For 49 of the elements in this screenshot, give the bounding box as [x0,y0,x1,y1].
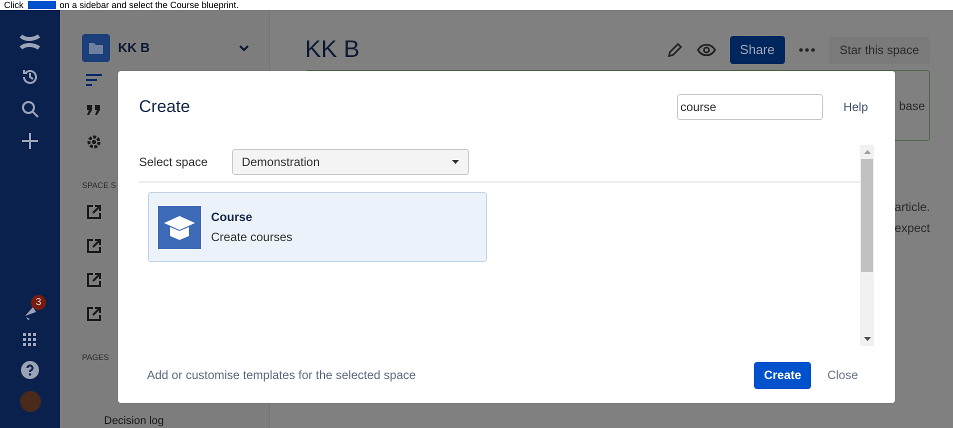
external-link-icon[interactable] [86,204,102,220]
space-name[interactable]: KK B [118,38,150,58]
sidebar-button-swatch [28,1,56,9]
create-button[interactable]: Create [754,362,812,388]
help-link[interactable]: Help [843,98,868,116]
logo-icon[interactable] [19,32,41,52]
folder-icon [82,34,110,62]
app-grid-icon[interactable] [23,333,37,347]
instruction-text: Click [4,0,24,10]
external-link-icon[interactable] [86,306,102,322]
plus-icon[interactable] [21,132,39,150]
more-icon[interactable] [798,48,815,52]
close-button[interactable]: Close [827,366,858,384]
pencil-icon[interactable] [666,42,683,58]
blueprint-description: Create courses [211,229,292,246]
external-link-icon[interactable] [86,238,102,254]
section-label: PAGES [82,352,110,364]
eye-icon[interactable] [696,43,716,57]
space-select[interactable]: Demonstration [232,149,469,175]
dropdown-caret-icon [452,160,459,164]
body-text: expect [894,220,930,237]
help-icon[interactable] [21,361,39,379]
body-text: article. [894,199,930,216]
quote-icon[interactable] [86,104,102,116]
field-label: Select space [139,154,208,171]
instruction-text: on a sidebar and select the Course blueprint. [60,0,239,10]
chevron-icon[interactable] [239,45,249,51]
banner-text: base [898,98,925,114]
graduation-cap-icon [158,206,201,248]
star-space-button[interactable]: Star this space [828,36,930,64]
external-link-icon[interactable] [86,272,102,288]
scrollbar[interactable] [860,145,874,346]
templates-link[interactable]: Add or customise templates for the selected space [147,366,416,384]
history-icon[interactable] [21,68,39,86]
section-label: SPACE S [82,180,118,192]
scroll-up-icon[interactable] [864,150,870,154]
blueprint-item[interactable]: Course Create courses [148,192,487,262]
blueprint-name: Course [211,209,254,226]
gear-icon[interactable] [86,134,102,150]
page-tree-item[interactable]: Decision log [82,415,269,427]
share-button[interactable]: Share [730,36,785,64]
page-title: KK B [305,35,360,65]
search-icon[interactable] [21,100,39,118]
search-field[interactable]: course [677,94,824,120]
list-icon[interactable] [86,74,102,86]
scrollbar-thumb[interactable] [861,159,873,272]
dialog-title: Create [139,96,190,118]
notification-badge: 3 [31,295,46,310]
scroll-down-icon[interactable] [864,337,870,341]
